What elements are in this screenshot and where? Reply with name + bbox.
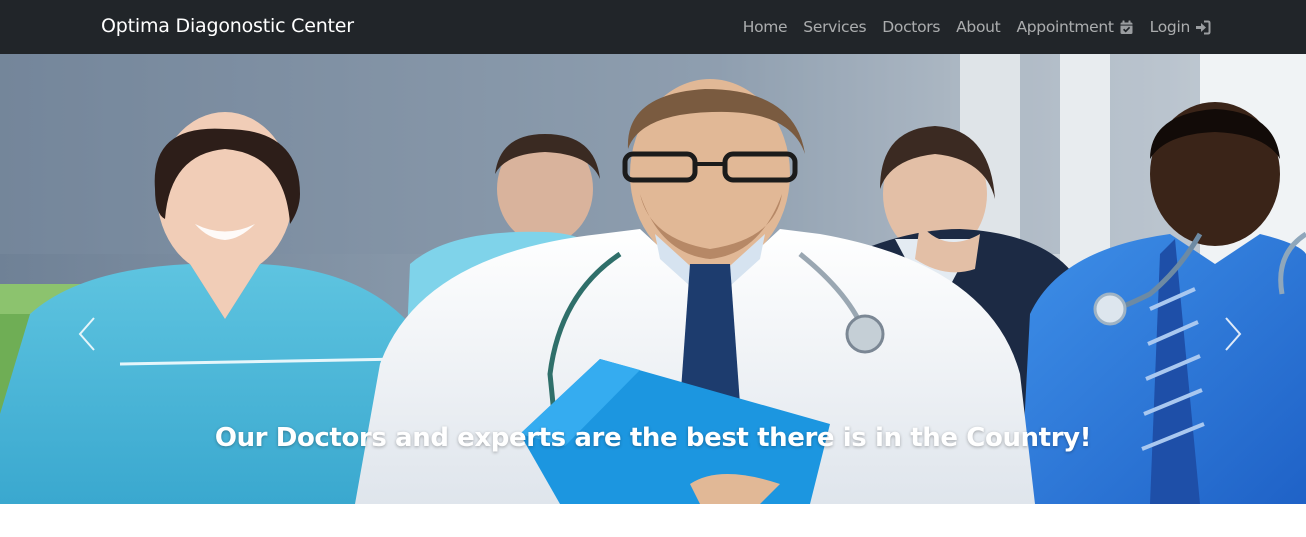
nav-link-login[interactable]: Login [1149, 18, 1211, 36]
nav-link-doctors-label: Doctors [882, 18, 941, 36]
carousel-prev-button[interactable] [72, 314, 102, 354]
nav-link-about-label: About [956, 18, 1001, 36]
nav-link-home[interactable]: Home [743, 18, 788, 36]
nav-link-services-label: Services [803, 18, 867, 36]
nav-link-doctors[interactable]: Doctors [882, 18, 940, 36]
brand-logo-text[interactable]: Optima Diagonostic Center [101, 15, 354, 37]
navbar: Optima Diagonostic Center Home Services … [0, 0, 1306, 54]
nav-link-home-label: Home [742, 18, 788, 36]
nav-link-login-label: Login [1149, 18, 1191, 36]
chevron-left-icon [78, 317, 95, 351]
nav-link-appointment[interactable]: Appointment [1016, 18, 1133, 36]
carousel-next-button[interactable] [1218, 314, 1248, 354]
nav-menu: Home Services Doctors About Appointment … [727, 0, 1211, 54]
nav-link-services[interactable]: Services [803, 18, 866, 36]
nav-link-about[interactable]: About [956, 18, 1001, 36]
nav-link-appointment-label: Appointment [1016, 18, 1114, 36]
carousel-caption: Our Doctors and experts are the best the… [214, 423, 1092, 453]
sign-in-icon [1195, 20, 1211, 35]
chevron-right-icon [1225, 317, 1242, 351]
calendar-check-icon [1119, 20, 1134, 35]
